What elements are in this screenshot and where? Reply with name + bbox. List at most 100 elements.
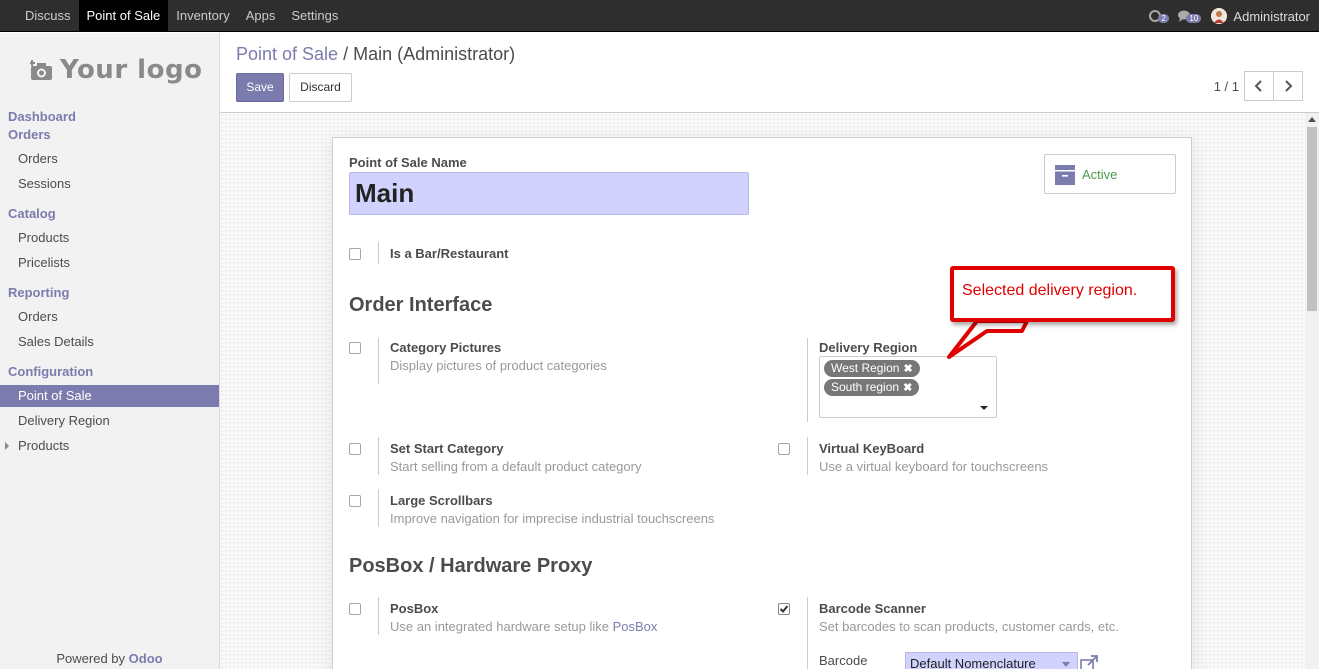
breadcrumb-parent[interactable]: Point of Sale xyxy=(236,44,338,64)
sidebar-section-configuration: Configuration xyxy=(8,364,94,379)
activity-count-badge: 2 xyxy=(1158,14,1169,23)
checkmark-icon xyxy=(779,605,789,613)
category-pictures-description: Display pictures of product categories xyxy=(390,358,607,373)
archive-icon xyxy=(1055,165,1075,185)
delivery-region-field[interactable]: West Region ✖ South region ✖ xyxy=(819,356,997,418)
pos-name-input[interactable]: Main xyxy=(349,172,749,215)
remove-tag-icon[interactable]: ✖ xyxy=(903,382,912,394)
pager-value[interactable]: 1 / 1 xyxy=(1214,79,1239,94)
sidebar-item-orders[interactable]: Orders xyxy=(18,151,58,166)
posbox-checkbox[interactable] xyxy=(349,603,361,615)
divider xyxy=(378,437,379,475)
logo-text: Your logo xyxy=(60,55,203,85)
powered-by: Powered by Odoo xyxy=(0,651,219,666)
messages-icon[interactable]: 10 xyxy=(1177,10,1202,23)
order-interface-heading: Order Interface xyxy=(349,294,493,316)
tag-label: South region xyxy=(831,380,900,394)
menu-inventory[interactable]: Inventory xyxy=(168,0,237,32)
menu-discuss[interactable]: Discuss xyxy=(17,0,79,32)
dropdown-caret-icon[interactable] xyxy=(980,406,988,410)
barcode-scanner-description: Set barcodes to scan products, customer … xyxy=(819,619,1119,634)
sidebar-section-orders: Orders xyxy=(8,127,51,142)
sidebar-item-products[interactable]: Products xyxy=(18,230,69,245)
barcode-scanner-checkbox[interactable] xyxy=(778,603,790,615)
active-label: Active xyxy=(1082,167,1118,182)
divider xyxy=(807,597,808,669)
discard-button[interactable]: Discard xyxy=(289,73,352,102)
menu-point-of-sale[interactable]: Point of Sale xyxy=(78,0,169,32)
large-scrollbars-checkbox[interactable] xyxy=(349,495,361,507)
user-avatar[interactable] xyxy=(1211,8,1228,24)
category-pictures-checkbox[interactable] xyxy=(349,342,361,354)
virtual-keyboard-label: Virtual KeyBoard xyxy=(819,441,925,456)
menu-settings[interactable]: Settings xyxy=(283,0,346,32)
sidebar-section-catalog: Catalog xyxy=(8,206,56,221)
sidebar-item-delivery-region[interactable]: Delivery Region xyxy=(18,413,110,428)
control-panel: Point of Sale / Main (Administrator) Sav… xyxy=(220,33,1319,113)
caret-right-icon[interactable] xyxy=(5,442,9,450)
pos-name-label: Point of Sale Name xyxy=(349,155,467,170)
start-category-description: Start selling from a default product cat… xyxy=(390,459,642,474)
annotation-text: Selected delivery region. xyxy=(962,282,1138,299)
bar-restaurant-checkbox[interactable] xyxy=(349,248,361,260)
active-toggle-button[interactable]: Active xyxy=(1044,154,1176,194)
divider xyxy=(807,338,808,422)
posbox-link[interactable]: PosBox xyxy=(613,619,658,634)
annotation-callout: Selected delivery region. xyxy=(950,266,1175,322)
sidebar-item-reporting-orders[interactable]: Orders xyxy=(18,309,58,324)
barcode-scanner-label: Barcode Scanner xyxy=(819,601,926,616)
powered-by-brand[interactable]: Odoo xyxy=(129,651,163,666)
large-scrollbars-description: Improve navigation for imprecise industr… xyxy=(390,511,715,526)
bar-restaurant-label: Is a Bar/Restaurant xyxy=(390,246,509,261)
tag-label: West Region xyxy=(831,361,900,375)
virtual-keyboard-description: Use a virtual keyboard for touchscreens xyxy=(819,459,1049,474)
menu-apps[interactable]: Apps xyxy=(238,0,284,32)
barcode-nomenclature-value: Default Nomenclature xyxy=(910,656,1036,669)
scroll-up-arrow-icon[interactable] xyxy=(1308,117,1316,122)
barcode-nomenclature-select[interactable]: Default Nomenclature xyxy=(905,652,1078,669)
camera-icon xyxy=(30,60,52,80)
remove-tag-icon[interactable]: ✖ xyxy=(903,363,912,375)
pager-previous-button[interactable] xyxy=(1244,71,1274,101)
user-name[interactable]: Administrator xyxy=(1233,9,1310,24)
posbox-heading: PosBox / Hardware Proxy xyxy=(349,555,593,577)
vertical-scrollbar[interactable] xyxy=(1305,113,1319,669)
activity-icon[interactable]: 2 xyxy=(1149,10,1169,23)
divider xyxy=(807,437,808,475)
breadcrumb: Point of Sale / Main (Administrator) xyxy=(236,44,515,65)
save-button[interactable]: Save xyxy=(236,73,284,102)
sidebar-section-reporting: Reporting xyxy=(8,285,70,300)
pager-next-button[interactable] xyxy=(1273,71,1303,101)
breadcrumb-current: Main (Administrator) xyxy=(353,44,516,64)
external-link-icon[interactable] xyxy=(1080,655,1100,669)
sidebar-item-sessions[interactable]: Sessions xyxy=(18,176,71,191)
sidebar-item-sales-details[interactable]: Sales Details xyxy=(18,334,94,349)
chevron-right-icon xyxy=(1285,80,1293,92)
delivery-region-tag[interactable]: West Region ✖ xyxy=(824,360,920,377)
divider xyxy=(378,489,379,527)
delivery-region-tag[interactable]: South region ✖ xyxy=(824,379,920,396)
divider xyxy=(378,242,379,264)
start-category-checkbox[interactable] xyxy=(349,443,361,455)
form-sheet: Point of Sale Name Main Active Is a Bar/… xyxy=(332,137,1192,669)
sidebar-item-pricelists[interactable]: Pricelists xyxy=(18,255,70,270)
delivery-region-label: Delivery Region xyxy=(819,340,918,355)
divider xyxy=(378,597,379,635)
posbox-description: Use an integrated hardware setup like Po… xyxy=(390,619,657,634)
divider xyxy=(378,338,379,384)
scrollbar-thumb[interactable] xyxy=(1307,127,1317,311)
systray: 2 10 Administrator xyxy=(1143,0,1310,32)
company-logo[interactable]: Your logo xyxy=(30,55,203,85)
breadcrumb-separator: / xyxy=(343,44,349,64)
sidebar-item-config-products[interactable]: Products xyxy=(18,438,69,453)
app-menu: Discuss Point of Sale Inventory Apps Set… xyxy=(17,0,346,32)
powered-by-text: Powered by xyxy=(56,651,126,666)
start-category-label: Set Start Category xyxy=(390,441,504,456)
sidebar-dashboard[interactable]: Dashboard xyxy=(8,109,76,124)
sidebar-item-point-of-sale[interactable]: Point of Sale xyxy=(0,385,219,407)
virtual-keyboard-checkbox[interactable] xyxy=(778,443,790,455)
form-view: Point of Sale Name Main Active Is a Bar/… xyxy=(220,113,1305,669)
chevron-left-icon xyxy=(1254,80,1262,92)
large-scrollbars-label: Large Scrollbars xyxy=(390,493,493,508)
category-pictures-label: Category Pictures xyxy=(390,340,502,355)
